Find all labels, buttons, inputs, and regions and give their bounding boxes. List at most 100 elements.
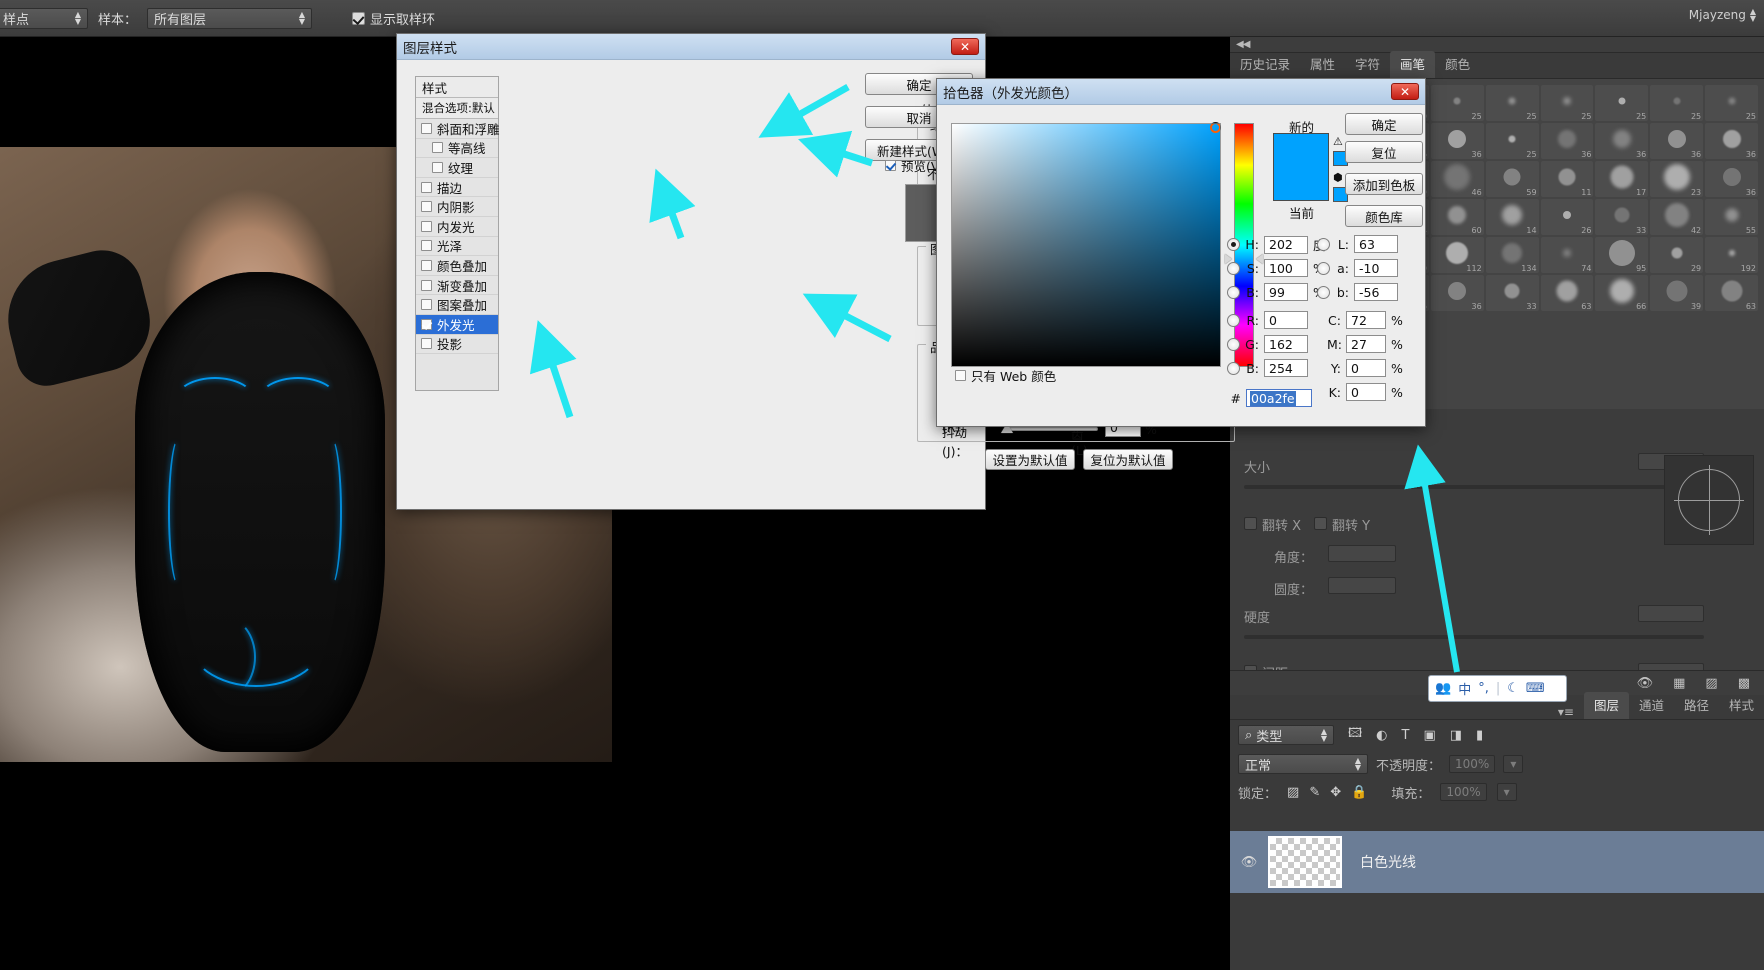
toggle-brush-icon[interactable]: 👁 (1637, 676, 1654, 691)
brush-preset-icon[interactable]: ▦ (1673, 676, 1685, 691)
style-list-item-5[interactable]: 内发光 (416, 217, 498, 237)
ime-moon-icon[interactable]: ☾ (1507, 681, 1519, 696)
ime-language-bar[interactable]: 👥 中 °, | ☾ ⌨ (1428, 675, 1567, 702)
close-icon[interactable]: ✕ (951, 38, 979, 55)
layers-tab-3[interactable]: 样式 (1719, 692, 1764, 719)
sample-select[interactable]: 所有图层 ▲ ▼ (147, 7, 313, 29)
brush-preset[interactable]: 36 (1540, 123, 1594, 159)
cp-reset-button[interactable]: 复位 (1345, 141, 1423, 163)
layers-tab-0[interactable]: 图层 (1583, 692, 1629, 719)
color-mode-radio[interactable] (1227, 337, 1240, 351)
style-list-item-3[interactable]: 描边 (416, 178, 498, 198)
style-list-item-0[interactable]: 斜面和浮雕 (416, 119, 500, 139)
panel-tab-1[interactable]: 属性 (1300, 51, 1345, 78)
flip-x-checkbox[interactable] (1244, 517, 1257, 530)
checkbox-icon[interactable] (432, 161, 443, 173)
angle-field[interactable] (1328, 545, 1396, 562)
brush-preset[interactable]: 25 (1650, 85, 1704, 121)
style-list-item-8[interactable]: 渐变叠加 (416, 276, 498, 296)
new-brush-icon[interactable]: ▨ (1705, 676, 1717, 691)
cp-ok-button[interactable]: 确定 (1345, 113, 1423, 135)
layers-tab-1[interactable]: 通道 (1629, 692, 1674, 719)
layers-tab-2[interactable]: 路径 (1674, 692, 1719, 719)
layer-visibility-icon[interactable]: 👁 (1230, 855, 1268, 870)
brush-preset[interactable]: 29 (1650, 237, 1704, 273)
brush-preset[interactable]: 23 (1650, 161, 1704, 197)
ime-lang-label[interactable]: 中 (1458, 679, 1471, 698)
brush-preset[interactable]: 36 (1705, 161, 1758, 197)
color-field-input[interactable]: -10 (1354, 259, 1398, 277)
color-mode-radio[interactable] (1227, 285, 1240, 299)
brush-preset[interactable]: 63 (1540, 275, 1594, 311)
blending-options-item[interactable]: 混合选项:默认 (416, 98, 498, 119)
brush-preset[interactable]: 25 (1430, 85, 1484, 121)
fill-dropdown-icon[interactable]: ▾ (1496, 783, 1517, 801)
layer-style-titlebar[interactable]: 图层样式 ✕ (397, 34, 985, 60)
style-list-item-9[interactable]: 图案叠加 (416, 295, 498, 315)
brush-preset[interactable]: 112 (1430, 237, 1484, 273)
brush-preset[interactable]: 192 (1705, 237, 1758, 273)
opacity-value[interactable]: 100% (1449, 755, 1496, 773)
style-list-item-7[interactable]: 颜色叠加 (416, 256, 498, 276)
brush-preset[interactable]: 66 (1595, 275, 1649, 311)
panel-tab-0[interactable]: 历史记录 (1230, 51, 1300, 78)
brush-preset[interactable]: 134 (1485, 237, 1539, 273)
style-list-item-2[interactable]: 纹理 (416, 158, 498, 178)
saturation-brightness-field[interactable] (951, 122, 1221, 367)
flip-y-checkbox[interactable] (1314, 517, 1327, 530)
panel-menu-icon[interactable]: ▾≡ (1558, 705, 1584, 719)
brush-preset[interactable]: 42 (1650, 199, 1704, 235)
brush-preset[interactable]: 59 (1485, 161, 1539, 197)
delete-brush-icon[interactable]: ▩ (1738, 676, 1750, 691)
brush-preset[interactable]: 25 (1595, 85, 1649, 121)
color-mode-radio[interactable] (1317, 261, 1330, 275)
brush-size-slider[interactable] (1244, 485, 1704, 489)
color-field-input[interactable]: 0 (1346, 359, 1386, 377)
color-mode-radio[interactable] (1227, 261, 1240, 275)
panel-tab-2[interactable]: 字符 (1345, 51, 1390, 78)
checkbox-icon[interactable] (421, 299, 432, 311)
style-list[interactable]: 样式 混合选项:默认 斜面和浮雕 等高线 纹理 描边 内阴影 内发光 光泽 颜色叠加 渐变叠加图… (415, 76, 500, 391)
color-field-input[interactable]: 0 (1264, 311, 1308, 329)
filter-type-icon[interactable]: T (1402, 728, 1410, 743)
brush-preset[interactable]: 60 (1430, 199, 1484, 235)
layer-style-dialog[interactable]: 图层样式 ✕ 样式 混合选项:默认 斜面和浮雕 等高线 纹理 描边 内阴影 内发光 光泽 颜色… (396, 33, 1235, 510)
layer-name[interactable]: 白色光线 (1360, 852, 1416, 872)
color-field-input[interactable]: 162 (1264, 335, 1308, 353)
brush-preset[interactable]: 11 (1540, 161, 1594, 197)
brush-preset[interactable]: 25 (1540, 85, 1594, 121)
panel-tab-3[interactable]: 画笔 (1390, 51, 1436, 78)
brush-preset[interactable]: 26 (1540, 199, 1594, 235)
brush-shape-preview[interactable] (1664, 455, 1754, 545)
color-field-input[interactable]: 27 (1346, 335, 1386, 353)
brush-preset[interactable]: 95 (1595, 237, 1649, 273)
color-mode-radio[interactable] (1227, 313, 1240, 327)
checkbox-icon[interactable] (421, 181, 432, 193)
brush-preset[interactable]: 36 (1430, 275, 1484, 311)
web-warning-icon[interactable]: ⬢ (1333, 171, 1343, 184)
checkbox-icon[interactable] (421, 122, 432, 134)
style-list-item-10[interactable]: 外发光 (416, 314, 498, 335)
layer-filter-select[interactable]: ⌕ 类型 ▲ ▼ (1238, 725, 1334, 745)
roundness-field[interactable] (1328, 577, 1396, 594)
brush-preset[interactable]: 17 (1595, 161, 1649, 197)
color-field-input[interactable]: 254 (1264, 359, 1308, 377)
ime-users-icon[interactable]: 👥 (1435, 681, 1451, 696)
brush-preset[interactable]: 25 (1705, 85, 1758, 121)
checkbox-icon[interactable] (421, 201, 432, 213)
collapse-icon[interactable]: ◀◀ (1236, 39, 1250, 50)
checkbox-icon[interactable] (421, 220, 432, 232)
brush-preset[interactable]: 33 (1485, 275, 1539, 311)
brush-preset[interactable]: 14 (1485, 199, 1539, 235)
checkbox-icon[interactable] (421, 240, 432, 252)
cp-add-swatch-button[interactable]: 添加到色板 (1345, 173, 1423, 195)
lock-image-icon[interactable]: ✎ (1309, 785, 1320, 800)
lock-all-icon[interactable]: 🔒 (1351, 785, 1367, 800)
color-picker-titlebar[interactable]: 拾色器（外发光颜色） ✕ (937, 79, 1425, 105)
style-list-item-11[interactable]: 投影 (416, 335, 498, 355)
panel-tab-4[interactable]: 颜色 (1435, 51, 1480, 78)
color-mode-radio[interactable] (1227, 361, 1240, 375)
gamut-warning-icon[interactable]: ⚠ (1333, 135, 1343, 148)
blend-mode-select[interactable]: 正常 ▲ ▼ (1238, 754, 1368, 774)
brush-preset[interactable]: 39 (1650, 275, 1704, 311)
